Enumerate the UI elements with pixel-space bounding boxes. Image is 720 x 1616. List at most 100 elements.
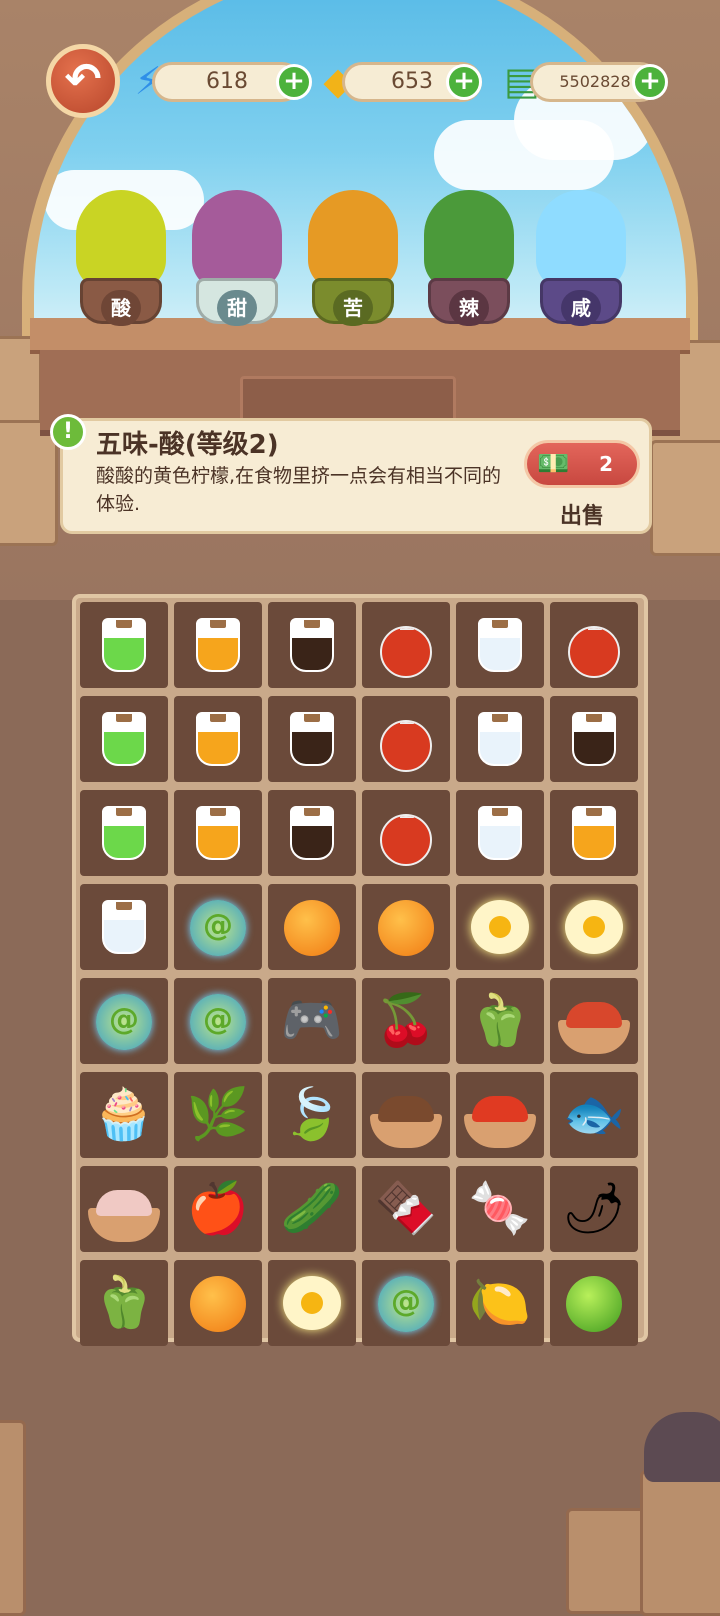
yellow-pepper-icon: 🫑 <box>92 1273 156 1331</box>
board-cell[interactable] <box>456 1072 544 1158</box>
board-cell[interactable] <box>550 978 638 1064</box>
sell-button[interactable]: 💵 2 <box>524 440 640 488</box>
flavor-plant[interactable]: 酸 <box>66 190 176 330</box>
board-cell[interactable] <box>550 884 638 970</box>
board-cell[interactable] <box>456 790 544 876</box>
board-cell[interactable] <box>362 1260 450 1346</box>
red-chili-icon: 🌶 <box>562 1179 626 1237</box>
egg-orb-icon <box>471 900 529 954</box>
jar-salt-icon <box>102 900 146 954</box>
board-cell[interactable] <box>80 884 168 970</box>
board-cell[interactable] <box>80 602 168 688</box>
bottle-red-icon <box>380 720 432 772</box>
back-button[interactable]: ↶ <box>46 44 120 118</box>
candy-icon: 🍬 <box>468 1179 532 1237</box>
sack <box>644 1412 720 1482</box>
board-cell[interactable] <box>174 790 262 876</box>
add-cash-button[interactable]: + <box>632 64 668 100</box>
swirl-orb-icon <box>378 1276 434 1332</box>
board-cell[interactable]: 🍫 <box>362 1166 450 1252</box>
yellow-pepper-icon: 🫑 <box>468 991 532 1049</box>
plant-label: 辣 <box>449 290 489 326</box>
board-cell[interactable] <box>268 884 356 970</box>
board-cell[interactable] <box>80 696 168 782</box>
board-cell[interactable] <box>362 884 450 970</box>
salt-bowl-icon <box>88 1190 160 1242</box>
board-cell[interactable] <box>268 602 356 688</box>
egg-orb-icon <box>565 900 623 954</box>
add-energy-button[interactable]: + <box>276 64 312 100</box>
orange-orb-icon <box>284 900 340 956</box>
flask-green-icon <box>102 712 146 766</box>
flavor-plant[interactable]: 甜 <box>182 190 292 330</box>
bottle-soy-icon <box>290 712 334 766</box>
board-cell[interactable] <box>80 978 168 1064</box>
board-cell[interactable] <box>362 790 450 876</box>
board-cell[interactable]: 🍬 <box>456 1166 544 1252</box>
board-cell[interactable] <box>550 790 638 876</box>
board-cell[interactable] <box>174 884 262 970</box>
board-cell[interactable]: 🍎 <box>174 1166 262 1252</box>
jar-salt-icon <box>478 806 522 860</box>
board-cell[interactable] <box>268 1260 356 1346</box>
crate <box>0 1420 26 1616</box>
jar-salt-icon <box>478 712 522 766</box>
board-cell[interactable]: 🥒 <box>268 1166 356 1252</box>
board-cell[interactable] <box>456 884 544 970</box>
board-cell[interactable] <box>174 978 262 1064</box>
add-gems-button[interactable]: + <box>446 64 482 100</box>
board-cell[interactable]: 🎮 <box>268 978 356 1064</box>
board-cell[interactable]: 🧁 <box>80 1072 168 1158</box>
board-cell[interactable] <box>456 602 544 688</box>
flavor-plant[interactable]: 苦 <box>298 190 408 330</box>
green-pepper-icon: 🥒 <box>280 1179 344 1237</box>
board-cell[interactable] <box>268 790 356 876</box>
board-cell[interactable]: 🍃 <box>268 1072 356 1158</box>
board-cell[interactable] <box>80 790 168 876</box>
flask-green-icon <box>102 806 146 860</box>
plant-foliage <box>536 190 626 290</box>
board-cell[interactable] <box>550 1260 638 1346</box>
board-cell[interactable]: 🫑 <box>80 1260 168 1346</box>
board-cell[interactable] <box>362 1072 450 1158</box>
board-cell[interactable]: 🌶 <box>550 1166 638 1252</box>
item-description: 酸酸的黄色柠檬,在食物里挤一点会有相当不同的体验. <box>96 465 502 515</box>
bottle-red-icon <box>380 626 432 678</box>
board-cell[interactable] <box>456 696 544 782</box>
board-grid: 🎮 🍒 🫑 🧁 🌿 🍃 🐟 🍎 🥒 🍫 🍬 🌶 🫑 🍋 <box>80 602 644 1346</box>
board-cell[interactable]: 🫑 <box>456 978 544 1064</box>
item-title: 五味-酸(等级2) <box>96 430 279 460</box>
board-cell[interactable]: 🍋 <box>456 1260 544 1346</box>
board-cell[interactable] <box>268 696 356 782</box>
jar-orange-icon <box>196 806 240 860</box>
game-console-icon: 🎮 <box>280 991 344 1049</box>
board-cell[interactable] <box>362 696 450 782</box>
jar-orange-icon <box>196 618 240 672</box>
lemon-icon: 🍋 <box>468 1273 532 1331</box>
herb-leaves-icon: 🍃 <box>280 1085 344 1143</box>
info-icon: ! <box>50 414 86 450</box>
board-cell[interactable] <box>174 1260 262 1346</box>
plant-label: 甜 <box>217 290 257 326</box>
board-cell[interactable] <box>362 602 450 688</box>
board-cell[interactable] <box>550 602 638 688</box>
egg-orb-icon <box>283 1276 341 1330</box>
board-cell[interactable] <box>174 696 262 782</box>
bottle-red-icon <box>568 626 620 678</box>
swirl-orb-icon <box>190 900 246 956</box>
orange-orb-icon <box>378 900 434 956</box>
back-arrow-icon: ↶ <box>64 54 102 105</box>
flavor-plant[interactable]: 咸 <box>526 190 636 330</box>
flavor-plant[interactable]: 辣 <box>414 190 524 330</box>
board-cell[interactable]: 🍒 <box>362 978 450 1064</box>
board-cell[interactable] <box>550 696 638 782</box>
smoked-fish-icon: 🐟 <box>562 1085 626 1143</box>
orange-orb-icon <box>190 1276 246 1332</box>
sell-label: 出售 <box>560 504 605 529</box>
board-cell[interactable]: 🌿 <box>174 1072 262 1158</box>
board-cell[interactable] <box>80 1166 168 1252</box>
flask-green-icon <box>102 618 146 672</box>
board-cell[interactable] <box>174 602 262 688</box>
plant-foliage <box>308 190 398 290</box>
board-cell[interactable]: 🐟 <box>550 1072 638 1158</box>
